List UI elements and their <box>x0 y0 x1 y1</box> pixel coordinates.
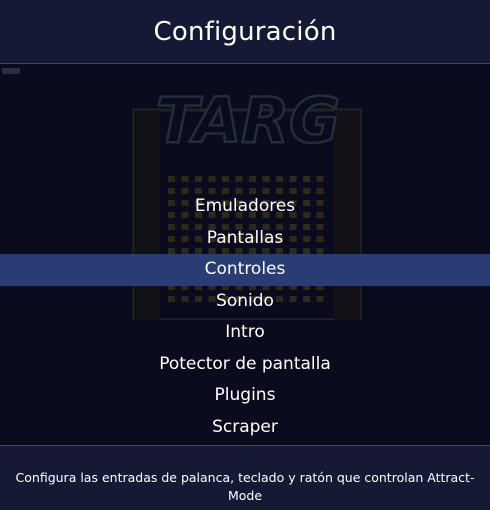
grid-dot <box>208 176 216 182</box>
menu-item-emuladores[interactable]: Emuladores <box>0 191 490 223</box>
grid-dot <box>303 176 310 182</box>
menu-item-pantallas[interactable]: Pantallas <box>0 223 490 255</box>
grid-dot <box>195 176 202 182</box>
grid-dot <box>249 176 256 182</box>
attract-mode-config-screen: Configuración TARG Emuladores Pantallas … <box>0 0 490 510</box>
header-bar: Configuración <box>0 0 490 64</box>
menu-item-sonido[interactable]: Sonido <box>0 286 490 318</box>
grid-dot <box>262 176 270 182</box>
grid-dot <box>235 176 243 182</box>
settings-menu: Emuladores Pantallas Controles Sonido In… <box>0 191 490 443</box>
menu-item-controles[interactable]: Controles <box>0 254 490 286</box>
grid-dot <box>276 176 283 182</box>
menu-item-plugins[interactable]: Plugins <box>0 380 490 412</box>
menu-item-scraper[interactable]: Scraper <box>0 412 490 444</box>
grid-dot <box>181 176 189 182</box>
footer-bar: Configura las entradas de palanca, tecla… <box>0 445 490 510</box>
grid-dot <box>222 176 229 182</box>
help-text: Configura las entradas de palanca, tecla… <box>15 470 475 503</box>
page-title: Configuración <box>153 17 337 47</box>
grid-dot <box>168 176 175 182</box>
corner-artifact <box>2 68 20 74</box>
logo-text: TARG <box>156 84 340 157</box>
grid-dot <box>289 176 297 182</box>
grid-dot <box>316 176 324 182</box>
menu-item-protector-pantalla[interactable]: Potector de pantalla <box>0 349 490 381</box>
menu-item-intro[interactable]: Intro <box>0 317 490 349</box>
